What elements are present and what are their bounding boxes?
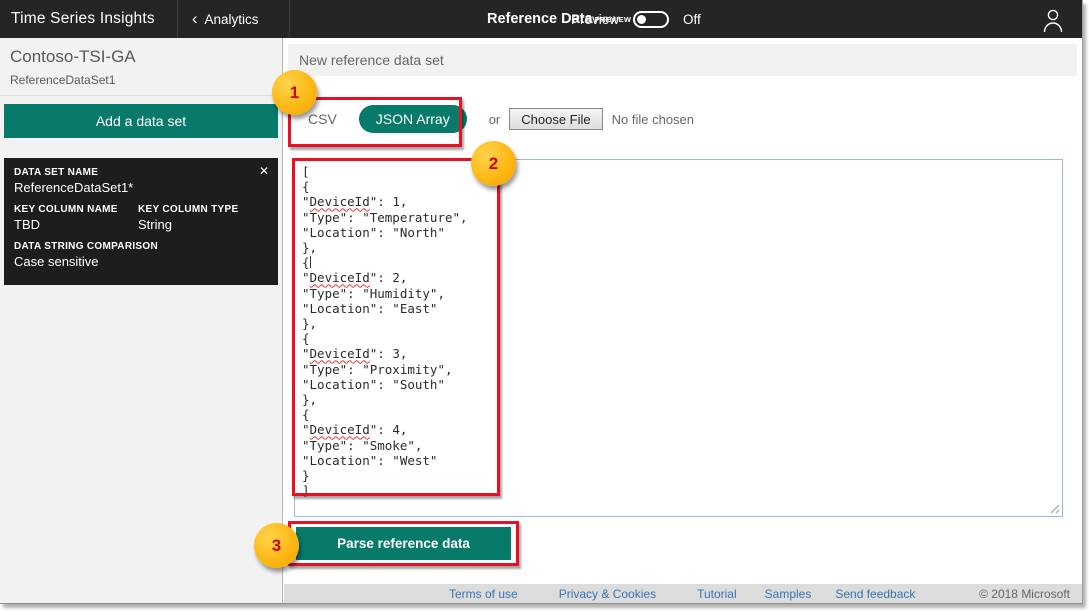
choose-file-button[interactable]: Choose File (509, 108, 602, 130)
editor-line: "Location": "West" (302, 453, 1062, 468)
editor-line: "Location": "South" (302, 377, 1062, 392)
environment-block: Contoso-TSI-GA ReferenceDataSet1 (0, 38, 282, 96)
editor-line: "DeviceId": 3, (302, 346, 1062, 361)
text-cursor (310, 256, 311, 268)
footer-link-privacy[interactable]: Privacy & Cookies (559, 587, 656, 601)
dataset-properties-panel: ✕ DATA SET NAME ReferenceDataSet1* KEY C… (4, 158, 278, 285)
preview-toggle-label: Preview (571, 12, 619, 27)
key-column-type-value: String (138, 217, 238, 232)
dataset-name-value: ReferenceDataSet1* (14, 180, 268, 195)
back-label: Analytics (205, 12, 259, 27)
main-content: New reference data set CSV JSON Array or… (284, 38, 1082, 584)
editor-line: "Type": "Humidity", (302, 286, 1062, 301)
editor-line: "Type": "Smoke", (302, 438, 1062, 453)
chevron-left-icon: ‹ (192, 10, 198, 27)
editor-line: { (302, 331, 1062, 346)
copyright-text: © 2018 Microsoft (979, 587, 1070, 601)
key-column-name-label: KEY COLUMN NAME (14, 204, 138, 215)
or-label: or (489, 112, 501, 127)
preview-toggle-state: Off (683, 12, 701, 27)
editor-line: } (302, 468, 1062, 483)
reference-data-editor[interactable]: [ { "DeviceId": 1, "Type": "Temperature"… (294, 159, 1063, 517)
footer-link-terms[interactable]: Terms of use (449, 587, 518, 601)
footer-link-samples[interactable]: Samples (765, 587, 812, 601)
editor-line: "Location": "North" (302, 225, 1062, 240)
resize-grip-icon[interactable] (1049, 503, 1060, 514)
editor-line: "DeviceId": 1, (302, 194, 1062, 209)
editor-line: }, (302, 392, 1062, 407)
editor-line: "Type": "Proximity", (302, 362, 1062, 377)
sidebar: Contoso-TSI-GA ReferenceDataSet1 Add a d… (0, 38, 283, 603)
string-comparison-label: DATA STRING COMPARISON (14, 241, 268, 252)
editor-line: ] (302, 483, 1062, 498)
editor-line: "Location": "East" (302, 301, 1062, 316)
no-file-chosen-label: No file chosen (612, 112, 694, 127)
editor-line: { (302, 179, 1062, 194)
footer-link-tutorial[interactable]: Tutorial (697, 587, 737, 601)
json-array-format-option[interactable]: JSON Array (359, 105, 467, 133)
key-column-type-label: KEY COLUMN TYPE (138, 204, 238, 215)
editor-line: "Type": "Temperature", (302, 210, 1062, 225)
parse-reference-data-button[interactable]: Parse reference data (296, 527, 511, 560)
user-account-icon[interactable] (1041, 7, 1065, 33)
editor-line: { (302, 407, 1062, 422)
editor-line: [ (302, 164, 1062, 179)
top-bar: Time Series Insights ‹ Analytics Referen… (0, 0, 1082, 38)
preview-toggle[interactable] (633, 11, 669, 28)
csv-format-option[interactable]: CSV (308, 111, 337, 127)
preview-toggle-group: Preview Off (571, 0, 701, 38)
add-dataset-button[interactable]: Add a data set (4, 104, 278, 138)
back-to-analytics[interactable]: ‹ Analytics (178, 0, 289, 38)
editor-line: "DeviceId": 2, (302, 270, 1062, 285)
footer: Terms of use Privacy & Cookies Tutorial … (284, 584, 1082, 603)
environment-name: Contoso-TSI-GA (10, 47, 272, 67)
string-comparison-value: Case sensitive (14, 254, 268, 269)
topbar-divider (289, 0, 290, 38)
app-window: Time Series Insights ‹ Analytics Referen… (0, 0, 1083, 604)
new-dataset-heading: New reference data set (288, 44, 1077, 76)
format-selector-row: CSV JSON Array or Choose File No file ch… (308, 104, 694, 134)
dataset-list-item[interactable]: ReferenceDataSet1 (10, 73, 272, 87)
close-icon[interactable]: ✕ (259, 164, 269, 178)
dataset-name-label: DATA SET NAME (14, 167, 268, 178)
editor-line: }, (302, 240, 1062, 255)
toggle-knob (637, 15, 646, 24)
app-title: Time Series Insights (0, 10, 177, 28)
key-column-name-value: TBD (14, 217, 138, 232)
editor-line: { (302, 255, 1062, 270)
editor-line: "DeviceId": 4, (302, 422, 1062, 437)
footer-link-feedback[interactable]: Send feedback (835, 587, 915, 601)
editor-line: }, (302, 316, 1062, 331)
